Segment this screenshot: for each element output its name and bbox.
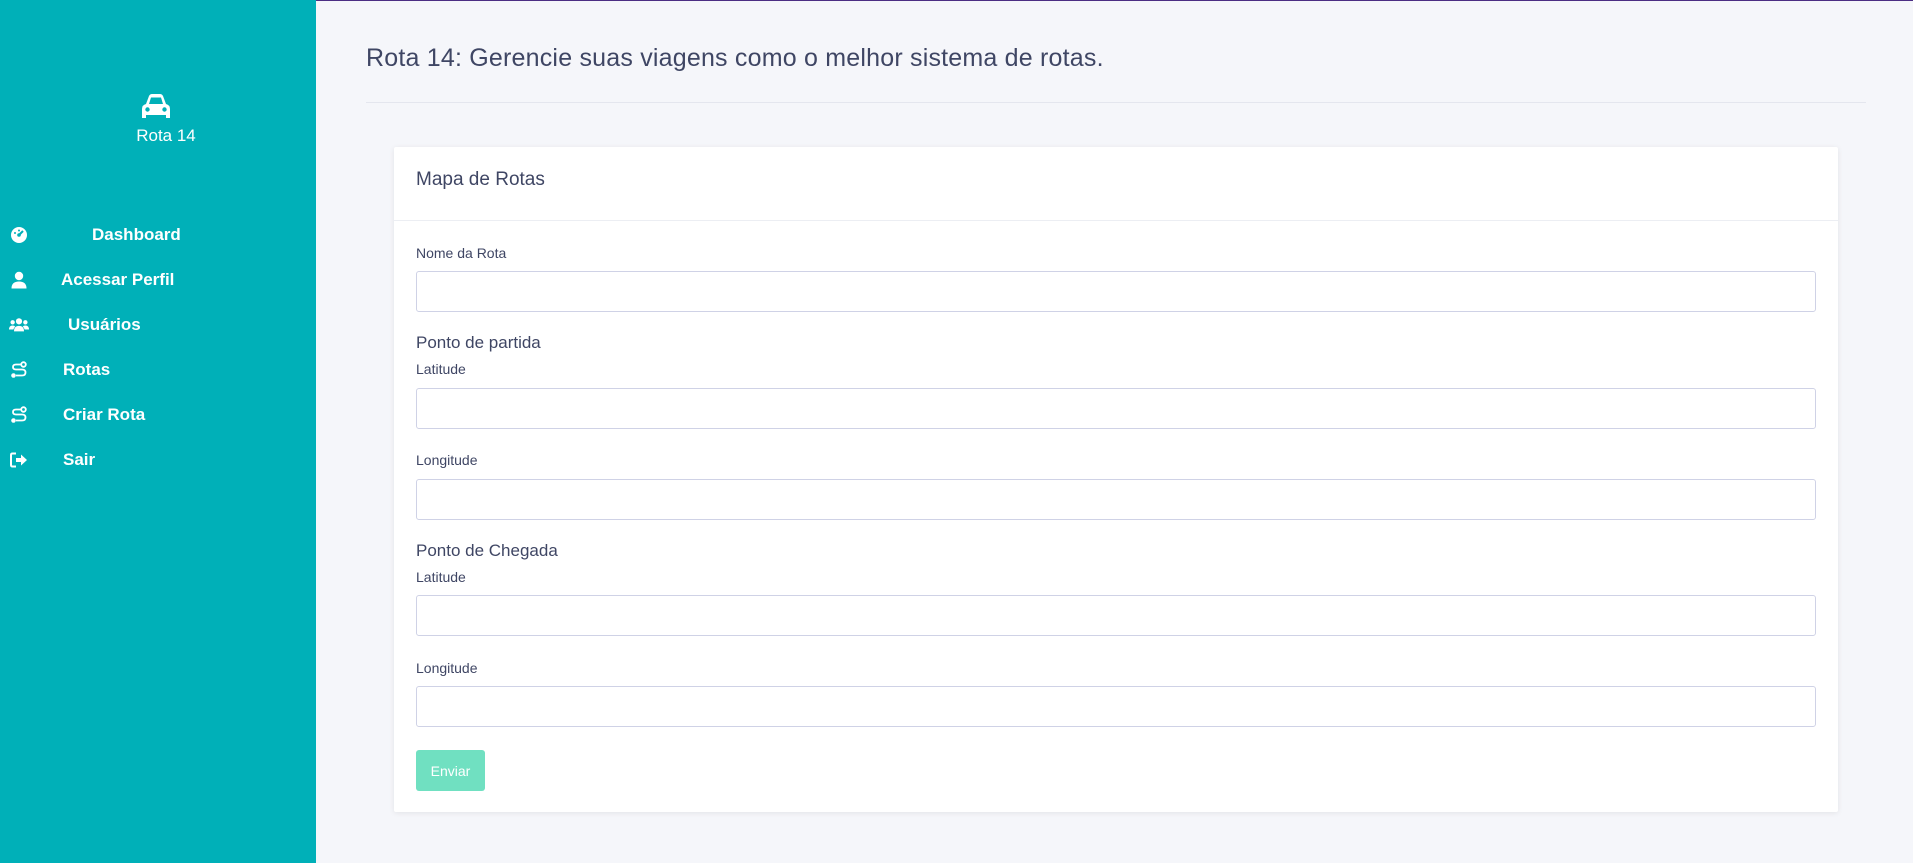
brand[interactable]: Rota 14 [0,92,316,146]
start-point-title: Ponto de partida [416,333,541,352]
sidebar-item-label: Criar Rota [63,404,146,424]
main-content: Rota 14: Gerencie suas viagens como o me… [316,0,1913,863]
route-icon [9,405,29,425]
card-divider [394,220,1838,221]
sidebar-item-rotas[interactable]: Rotas [0,347,316,392]
end-point-title: Ponto de Chegada [416,541,558,560]
sidebar-item-label: Dashboard [92,224,181,244]
route-name-label: Nome da Rota [416,245,507,261]
start-longitude-input[interactable] [416,479,1816,520]
start-latitude-input[interactable] [416,388,1816,429]
sidebar-item-sair[interactable]: Sair [0,437,316,482]
car-icon [139,92,173,122]
end-longitude-input[interactable] [416,686,1816,727]
route-form-card: Mapa de Rotas Nome da Rota Ponto de part… [394,147,1838,812]
page-title: Rota 14: Gerencie suas viagens como o me… [366,44,1104,72]
sidebar-item-usuarios[interactable]: Usuários [0,302,316,347]
end-latitude-label: Latitude [416,569,466,585]
card-title: Mapa de Rotas [416,169,545,190]
sidebar-item-label: Acessar Perfil [61,269,175,289]
header-divider [366,102,1866,103]
sidebar-item-criar-rota[interactable]: Criar Rota [0,392,316,437]
sidebar-nav: Dashboard Acessar Perfil Usuários Rotas … [0,212,316,482]
brand-name: Rota 14 [136,126,196,145]
sidebar: Rota 14 Dashboard Acessar Perfil Usuário… [0,0,316,863]
sidebar-item-acessar-perfil[interactable]: Acessar Perfil [0,257,316,302]
route-icon [9,360,29,380]
submit-button[interactable]: Enviar [416,750,485,791]
dashboard-icon [9,225,29,245]
route-name-input[interactable] [416,271,1816,312]
sidebar-item-label: Usuários [68,314,141,334]
start-latitude-label: Latitude [416,361,466,377]
sidebar-item-label: Sair [63,449,96,469]
user-icon [9,270,29,290]
start-longitude-label: Longitude [416,452,478,468]
end-longitude-label: Longitude [416,660,478,676]
sidebar-item-dashboard[interactable]: Dashboard [0,212,316,257]
sidebar-item-label: Rotas [63,359,111,379]
sign-out-icon [9,450,29,470]
users-icon [9,315,29,335]
end-latitude-input[interactable] [416,595,1816,636]
